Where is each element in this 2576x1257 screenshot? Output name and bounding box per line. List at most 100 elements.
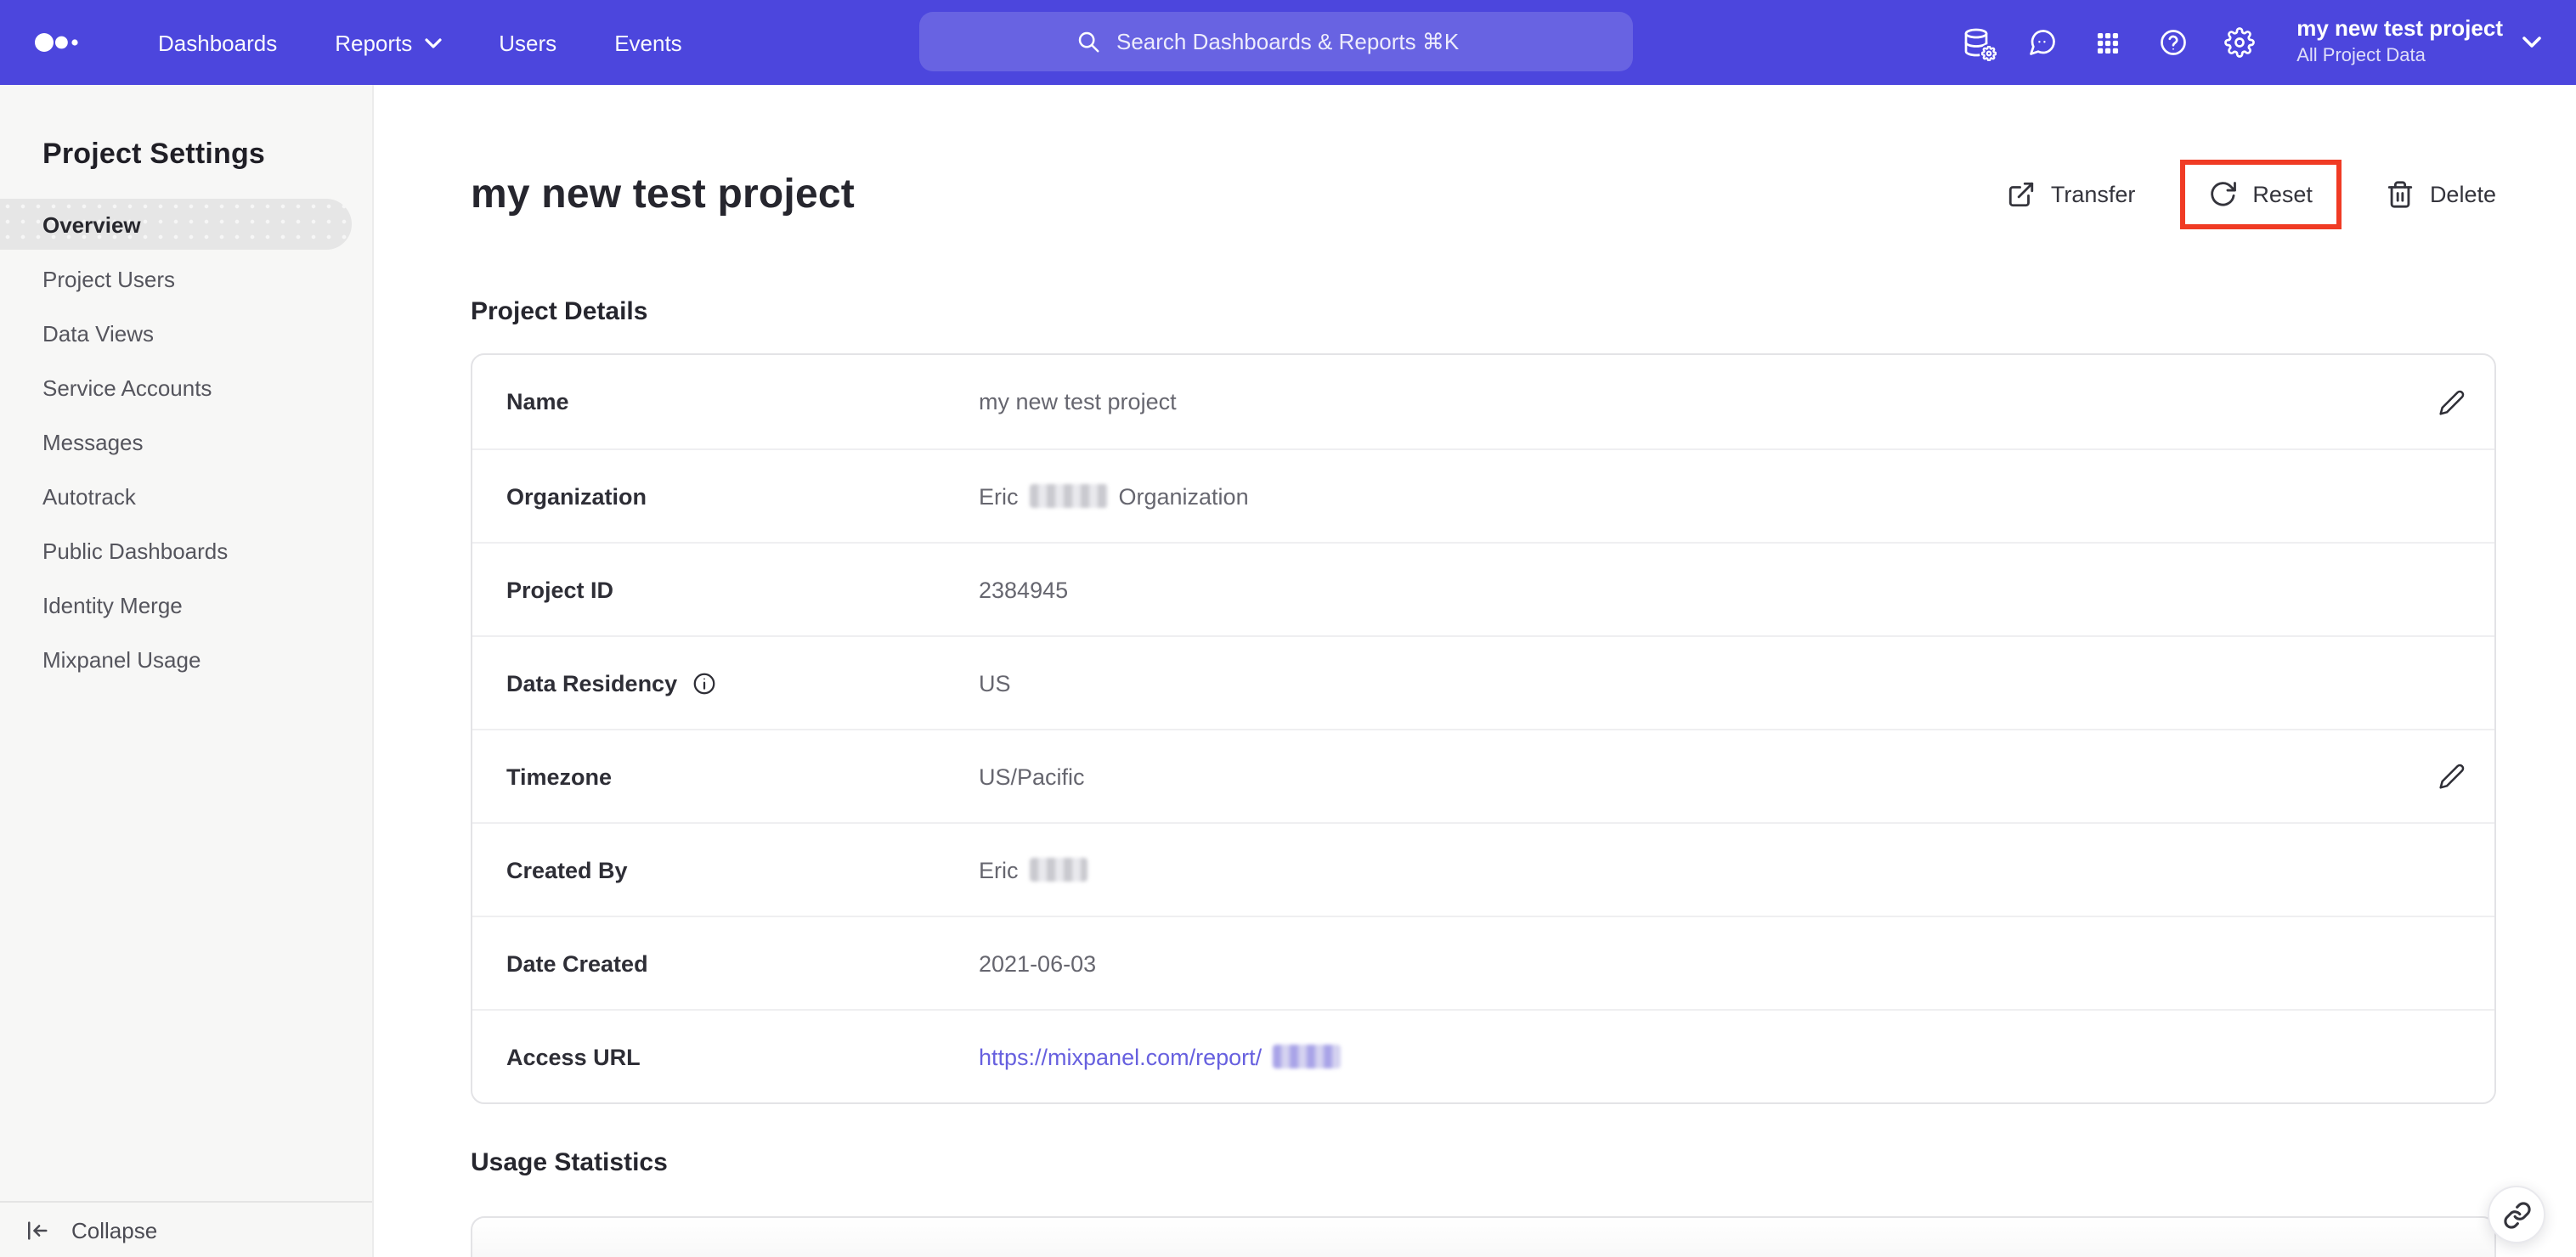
chevron-down-icon (424, 37, 441, 48)
delete-label: Delete (2429, 182, 2496, 207)
row-value: US/Pacific (979, 764, 1085, 789)
gear-icon (2223, 27, 2255, 58)
sidebar-item-label: Messages (42, 429, 144, 454)
row-label: Timezone (506, 764, 613, 789)
link-icon (2503, 1201, 2530, 1228)
settings-sidebar: Project Settings Overview Project Users … (0, 85, 374, 1257)
sidebar-item-autotrack[interactable]: Autotrack (0, 469, 372, 523)
detail-row-data-residency: Data Residency US (472, 635, 2494, 729)
edit-name-button[interactable] (2432, 381, 2472, 422)
detail-row-access-url: Access URL https://mixpanel.com/report/ (472, 1009, 2494, 1102)
row-value: https://mixpanel.com/report/ (979, 1044, 1341, 1069)
project-selector[interactable]: my new test project All Project Data (2296, 16, 2542, 69)
help-icon (2160, 30, 2186, 55)
apps-grid-button[interactable] (2093, 28, 2121, 57)
detail-row-organization: Organization Eric Organization (472, 448, 2494, 542)
sidebar-title: Project Settings (42, 138, 266, 170)
delete-button[interactable]: Delete (2386, 180, 2496, 209)
mini-gear-icon (1979, 44, 1998, 63)
nav-link-label: Dashboards (158, 30, 278, 55)
value-suffix: Organization (1118, 483, 1249, 509)
reset-annotation-highlight: Reset (2179, 160, 2342, 229)
transfer-button[interactable]: Transfer (2007, 180, 2136, 209)
edit-timezone-button[interactable] (2432, 756, 2472, 797)
row-value: 2384945 (979, 577, 1069, 602)
sidebar-item-identity-merge[interactable]: Identity Merge (0, 578, 372, 632)
sidebar-item-label: Mixpanel Usage (42, 646, 201, 672)
feedback-button[interactable] (2026, 27, 2057, 58)
mixpanel-logo-icon[interactable] (34, 31, 83, 54)
usage-statistics-heading: Usage Statistics (471, 1148, 668, 1177)
project-details-heading: Project Details (471, 297, 648, 326)
external-link-icon (2008, 182, 2034, 207)
sidebar-item-messages[interactable]: Messages (0, 414, 372, 469)
search-input[interactable] (1116, 29, 1477, 54)
project-details-card: Name my new test project Organization Er… (471, 353, 2496, 1104)
global-search[interactable] (919, 12, 1633, 71)
nav-link-label: Users (499, 30, 557, 55)
row-value: my new test project (979, 389, 1177, 414)
info-icon (692, 672, 715, 694)
sidebar-item-label: Identity Merge (42, 592, 183, 617)
sidebar-item-service-accounts[interactable]: Service Accounts (0, 360, 372, 414)
row-label: Project ID (506, 577, 614, 602)
redacted-text (1030, 484, 1109, 508)
sidebar-item-public-dashboards[interactable]: Public Dashboards (0, 523, 372, 578)
row-label: Created By (506, 857, 628, 882)
detail-row-created-by: Created By Eric (472, 822, 2494, 916)
usage-statistics-card (471, 1216, 2496, 1257)
search-icon (1078, 31, 1099, 53)
nav-link-reports[interactable]: Reports (335, 30, 441, 55)
collapse-label: Collapse (71, 1217, 158, 1243)
current-project-name: my new test project (2296, 15, 2503, 42)
help-button[interactable] (2157, 27, 2188, 58)
project-actions: Transfer Reset Delete (2007, 160, 2496, 229)
access-url-link[interactable]: https://mixpanel.com/report/ (979, 1044, 1262, 1069)
nav-link-label: Events (614, 30, 682, 55)
sidebar-item-label: Overview (42, 211, 141, 237)
collapse-icon (28, 1220, 48, 1239)
row-label: Name (506, 389, 569, 414)
sidebar-item-label: Data Views (42, 320, 155, 346)
trash-icon (2387, 181, 2413, 208)
nav-link-users[interactable]: Users (499, 30, 556, 55)
detail-row-name: Name my new test project (472, 355, 2494, 448)
detail-row-timezone: Timezone US/Pacific (472, 729, 2494, 822)
sidebar-item-project-users[interactable]: Project Users (0, 251, 372, 306)
chevron-down-icon (2522, 37, 2541, 48)
row-label: Data Residency (506, 670, 979, 696)
transfer-label: Transfer (2050, 182, 2136, 207)
current-project-scope: All Project Data (2296, 46, 2426, 67)
sidebar-item-label: Public Dashboards (42, 538, 229, 563)
chat-bubble-icon (2029, 30, 2055, 55)
reset-label: Reset (2252, 182, 2313, 207)
row-value: 2021-06-03 (979, 950, 1097, 976)
reset-button[interactable]: Reset (2208, 180, 2313, 209)
row-label-text: Data Residency (506, 670, 678, 696)
row-label: Access URL (506, 1044, 641, 1069)
redacted-text (1030, 858, 1088, 882)
detail-row-project-id: Project ID 2384945 (472, 542, 2494, 635)
redacted-text (1272, 1045, 1341, 1068)
nav-link-events[interactable]: Events (614, 30, 682, 55)
nav-link-label: Reports (335, 30, 413, 55)
sidebar-item-overview[interactable]: Overview (0, 199, 352, 250)
row-label: Date Created (506, 950, 648, 976)
copy-link-fab[interactable] (2488, 1186, 2545, 1243)
sidebar-item-label: Service Accounts (42, 375, 212, 400)
apps-grid-icon (2097, 31, 2118, 54)
top-nav: Dashboards Reports Users Events Search D… (0, 0, 2576, 85)
sidebar-item-label: Project Users (42, 266, 176, 291)
sidebar-item-data-views[interactable]: Data Views (0, 306, 372, 360)
app-window: Dashboards Reports Users Events Search D… (0, 0, 2576, 1257)
nav-link-dashboards[interactable]: Dashboards (158, 30, 277, 55)
pencil-icon (2439, 389, 2465, 414)
refresh-icon (2210, 182, 2236, 206)
sidebar-item-mixpanel-usage[interactable]: Mixpanel Usage (0, 632, 372, 686)
row-value: Eric (979, 857, 1088, 882)
settings-button[interactable] (2223, 27, 2255, 58)
collapse-sidebar-button[interactable]: Collapse (0, 1201, 372, 1257)
data-management-button[interactable] (1960, 27, 1998, 63)
data-residency-info-button[interactable] (691, 670, 716, 696)
value-prefix: Eric (979, 857, 1019, 882)
